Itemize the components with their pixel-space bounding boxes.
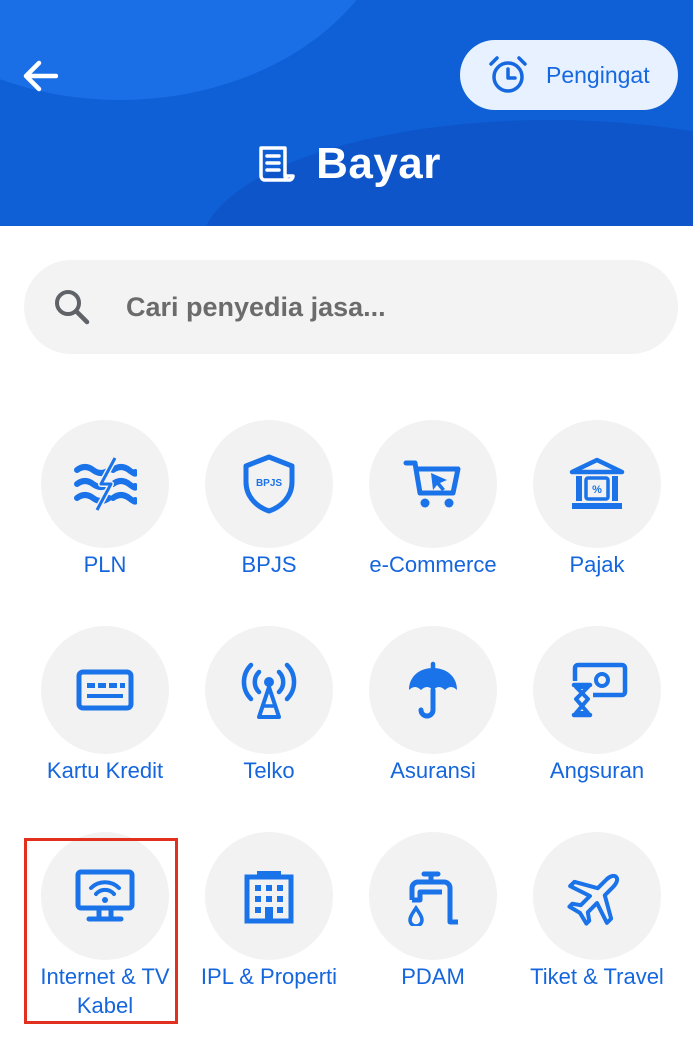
electricity-icon [74,456,137,512]
apartment-icon [244,871,294,924]
service-icon-circle [205,626,333,754]
service-label: Angsuran [549,758,645,783]
service-label: IPL & Properti [200,964,338,989]
service-bpjs[interactable]: BPJS BPJS [187,420,351,620]
service-pajak[interactable]: % Pajak [515,420,679,620]
service-icon-circle: BPJS [205,420,333,548]
service-angsuran[interactable]: Angsuran [515,626,679,826]
service-icon-circle [533,626,661,754]
wifi-tv-icon [75,869,135,922]
service-label: BPJS [241,552,297,577]
service-icon-circle [41,832,169,960]
umbrella-icon [409,661,457,719]
service-asuransi[interactable]: Asuransi [351,626,515,826]
service-icon-circle [41,626,169,754]
back-button[interactable] [14,52,66,100]
service-label: PLN [83,552,127,577]
search-icon [52,287,92,327]
service-label: Internet & TV Kabel [40,964,170,1018]
antenna-icon [241,662,297,719]
service-icon-circle [205,832,333,960]
service-telko[interactable]: Telko [187,626,351,826]
svg-text:%: % [592,484,602,496]
reminder-label: Pengingat [546,61,650,88]
service-icon-circle [369,832,497,960]
service-pdam[interactable]: PDAM [351,832,515,1032]
page-title: Bayar [316,139,441,188]
credit-card-icon [76,669,134,711]
bpjs-badge: BPJS [256,478,282,489]
water-tap-icon [408,871,458,926]
service-label: Telko [243,758,295,783]
app-header: Pengingat Bayar [0,0,693,226]
service-icon-circle [369,420,497,548]
service-icon-circle: % [533,420,661,548]
service-label: Tiket & Travel [530,964,664,989]
tax-building-icon: % [569,457,625,509]
shopping-cart-icon [403,460,461,508]
receipt-icon [252,141,298,187]
search-bar[interactable] [24,260,678,354]
airplane-icon [567,873,620,926]
service-kartu-kredit[interactable]: Kartu Kredit [23,626,187,826]
search-input[interactable] [124,290,608,324]
service-label: e-Commerce [369,552,497,577]
bpjs-shield-icon: BPJS [243,454,295,514]
service-ecommerce[interactable]: e-Commerce [351,420,515,620]
service-tiket-travel[interactable]: Tiket & Travel [515,832,679,1032]
alarm-clock-icon [486,53,530,97]
installment-icon [569,662,628,718]
service-ipl-properti[interactable]: IPL & Properti [187,832,351,1032]
service-icon-circle [41,420,169,548]
page-title-group: Bayar [0,132,693,196]
reminder-button[interactable]: Pengingat [460,40,678,110]
arrow-left-icon [23,60,58,92]
service-label: Kartu Kredit [46,758,164,783]
service-label: Asuransi [390,758,476,783]
service-icon-circle [533,832,661,960]
service-pln[interactable]: PLN [23,420,187,620]
service-label: PDAM [401,964,465,989]
service-label: Pajak [569,552,625,577]
service-internet-tv-kabel[interactable]: Internet & TV Kabel [23,832,187,1032]
service-icon-circle [369,626,497,754]
